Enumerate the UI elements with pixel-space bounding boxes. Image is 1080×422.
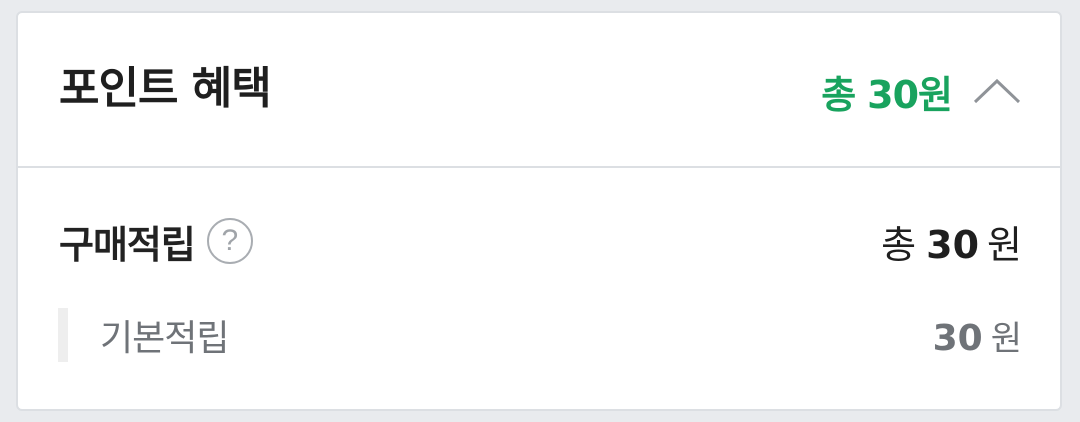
purchase-reward-total-prefix: 총: [881, 222, 917, 267]
basic-reward-label: 기본적립: [100, 318, 229, 359]
basic-reward-value: 30: [932, 317, 983, 359]
point-benefit-header[interactable]: 포인트 혜택 총 30원: [18, 13, 1060, 168]
purchase-reward-left: 구매적립 ?: [59, 214, 253, 269]
purchase-reward-label: 구매적립: [59, 222, 196, 267]
point-total-toggle[interactable]: 총 30원: [821, 63, 1022, 119]
point-benefit-card: 포인트 혜택 총 30원 구매적립 ? 총 30 원 기본적립 30 원: [16, 11, 1062, 411]
point-total-prefix: 총: [821, 72, 856, 117]
basic-reward-amount: 30 원: [933, 311, 1022, 360]
purchase-reward-total-value: 30: [926, 222, 980, 267]
purchase-reward-total-unit: 원: [987, 222, 1022, 267]
purchase-reward-row: 구매적립 ? 총 30 원: [59, 213, 1022, 269]
point-total-value: 30원: [867, 72, 953, 117]
help-icon[interactable]: ?: [206, 218, 253, 264]
point-benefit-title: 포인트 혜택: [59, 63, 272, 114]
basic-reward-left: 기본적립: [58, 308, 229, 362]
indent-bar: [58, 308, 68, 362]
chevron-up-icon[interactable]: [972, 76, 1022, 106]
purchase-reward-total: 총 30 원: [881, 214, 1022, 269]
basic-reward-unit: 원: [990, 318, 1022, 359]
basic-reward-row: 기본적립 30 원: [58, 308, 1022, 362]
